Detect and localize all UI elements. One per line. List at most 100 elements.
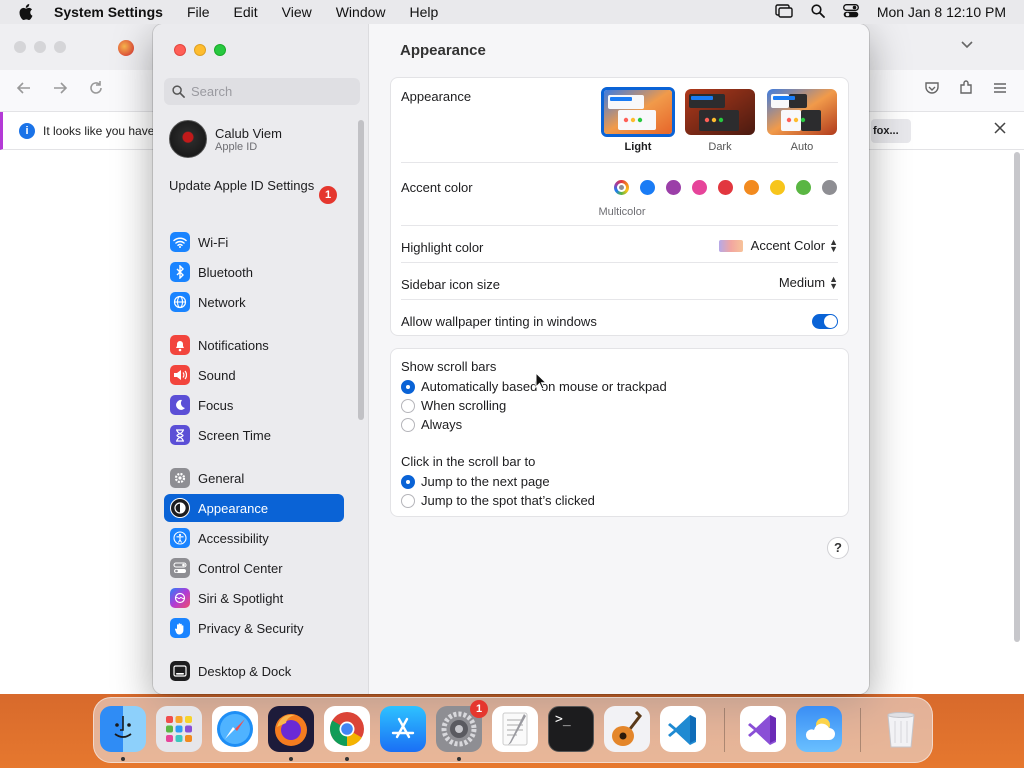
dock-icon [170,661,190,681]
forward-arrow-icon[interactable] [52,80,68,99]
control-center-icon[interactable] [842,3,859,21]
close-window-button[interactable] [174,44,186,56]
apple-id-account[interactable]: Calub Viem Apple ID [169,120,282,158]
hamburger-menu-icon[interactable] [992,80,1008,99]
back-arrow-icon[interactable] [16,80,32,99]
menu-edit[interactable]: Edit [222,4,270,20]
bell-icon [170,335,190,355]
finder-icon[interactable] [100,706,146,752]
accent-yellow-swatch[interactable] [770,180,785,195]
notice-button[interactable]: fox... [871,119,911,143]
app-store-icon[interactable] [380,706,426,752]
gear-icon [170,468,190,488]
settings-dock-badge: 1 [470,700,488,718]
radio-label: Jump to the spot that’s clicked [421,493,595,508]
radio-button[interactable] [401,417,415,432]
chrome-icon[interactable] [324,706,370,752]
appearance-light-option[interactable] [601,87,675,137]
accent-pink-swatch[interactable] [692,180,707,195]
chevron-down-icon[interactable] [960,38,974,53]
update-apple-id-settings[interactable]: Update Apple ID Settings [169,178,339,194]
sidebar-item-desktop-dock[interactable]: Desktop & Dock [164,657,344,685]
menu-view[interactable]: View [270,4,324,20]
click-jump-next-page-radio[interactable]: Jump to the next page [401,474,550,489]
sidebar-item-network[interactable]: Network [164,288,344,316]
menu-help[interactable]: Help [398,4,451,20]
sidebar-item-privacy-security[interactable]: Privacy & Security [164,614,344,642]
screen-mirroring-icon[interactable] [775,3,793,21]
browser-scrollbar[interactable] [1014,152,1020,642]
menu-file[interactable]: File [175,4,222,20]
menu-app-name[interactable]: System Settings [52,4,175,20]
browser-window-controls[interactable] [14,41,66,53]
reload-icon[interactable] [88,80,104,99]
safari-icon[interactable] [212,706,258,752]
divider [401,162,838,163]
sidebar-item-label: Wi-Fi [198,234,229,250]
dock-separator [724,708,725,752]
radio-button[interactable] [401,379,415,394]
garageband-icon[interactable] [604,706,650,752]
menu-window[interactable]: Window [324,4,398,20]
radio-button[interactable] [401,474,415,489]
sidebar-item-label: Network [198,294,246,310]
sidebar-item-screen-time[interactable]: Screen Time [164,421,344,449]
show-scroll-bars-label: Show scroll bars [401,359,497,374]
radio-button[interactable] [401,398,415,413]
sidebar-item-general[interactable]: General [164,464,344,492]
launchpad-icon[interactable] [156,706,202,752]
textedit-icon[interactable] [492,706,538,752]
apple-menu-icon[interactable] [0,4,52,20]
accent-green-swatch[interactable] [796,180,811,195]
appearance-dark-option[interactable] [685,89,755,135]
appearance-auto-option[interactable] [767,89,837,135]
help-button[interactable]: ? [827,537,849,559]
sidebar-item-notifications[interactable]: Notifications [164,331,344,359]
sidebar-item-wifi[interactable]: Wi-Fi [164,228,344,256]
sidebar-item-appearance[interactable]: Appearance [164,494,344,522]
weather-icon[interactable] [796,706,842,752]
spotlight-search-icon[interactable] [811,3,825,21]
wifi-icon [170,232,190,252]
sidebar-item-accessibility[interactable]: Accessibility [164,524,344,552]
terminal-icon[interactable]: >_ [548,706,594,752]
sidebar-item-label: Desktop & Dock [198,663,292,679]
firefox-tab-icon[interactable] [118,40,134,56]
accent-purple-swatch[interactable] [666,180,681,195]
close-icon[interactable] [994,121,1006,139]
scroll-bars-always-radio[interactable]: Always [401,417,462,432]
appearance-icon [170,498,190,518]
sidebar-item-focus[interactable]: Focus [164,391,344,419]
trash-icon[interactable] [878,706,924,752]
sidebar-item-label: General [198,470,245,486]
divider [401,225,838,226]
scroll-bars-automatic-radio[interactable]: Automatically based on mouse or trackpad [401,379,667,394]
menubar-clock[interactable]: Mon Jan 8 12:10 PM [877,4,1006,20]
extensions-icon[interactable] [958,80,974,99]
accent-red-swatch[interactable] [718,180,733,195]
accent-multicolor-swatch[interactable] [614,180,629,195]
scroll-bars-when-scrolling-radio[interactable]: When scrolling [401,398,506,413]
accent-orange-swatch[interactable] [744,180,759,195]
appearance-label: Appearance [401,89,472,104]
accent-blue-swatch[interactable] [640,180,655,195]
minimize-window-button[interactable] [194,44,206,56]
highlight-color-popup[interactable]: Accent Color ▲ ▼ [718,237,838,253]
sidebar-icon-size-popup[interactable]: Medium ▲ ▼ [779,274,838,290]
vscode-icon[interactable] [660,706,706,752]
pocket-icon[interactable] [924,80,940,99]
sidebar-item-bluetooth[interactable]: Bluetooth [164,258,344,286]
firefox-icon[interactable] [268,706,314,752]
wallpaper-tinting-toggle[interactable] [812,314,838,329]
sidebar-item-siri-spotlight[interactable]: Siri & Spotlight [164,584,344,612]
sidebar-item-sound[interactable]: Sound [164,361,344,389]
radio-button[interactable] [401,493,415,508]
terminal-prompt: >_ [555,712,571,727]
search-field[interactable]: Search [164,78,360,105]
accent-graphite-swatch[interactable] [822,180,837,195]
visual-studio-icon[interactable] [740,706,786,752]
click-jump-to-spot-radio[interactable]: Jump to the spot that’s clicked [401,493,595,508]
sidebar-scrollbar[interactable] [358,120,364,420]
sidebar-item-control-center[interactable]: Control Center [164,554,344,582]
zoom-window-button[interactable] [214,44,226,56]
